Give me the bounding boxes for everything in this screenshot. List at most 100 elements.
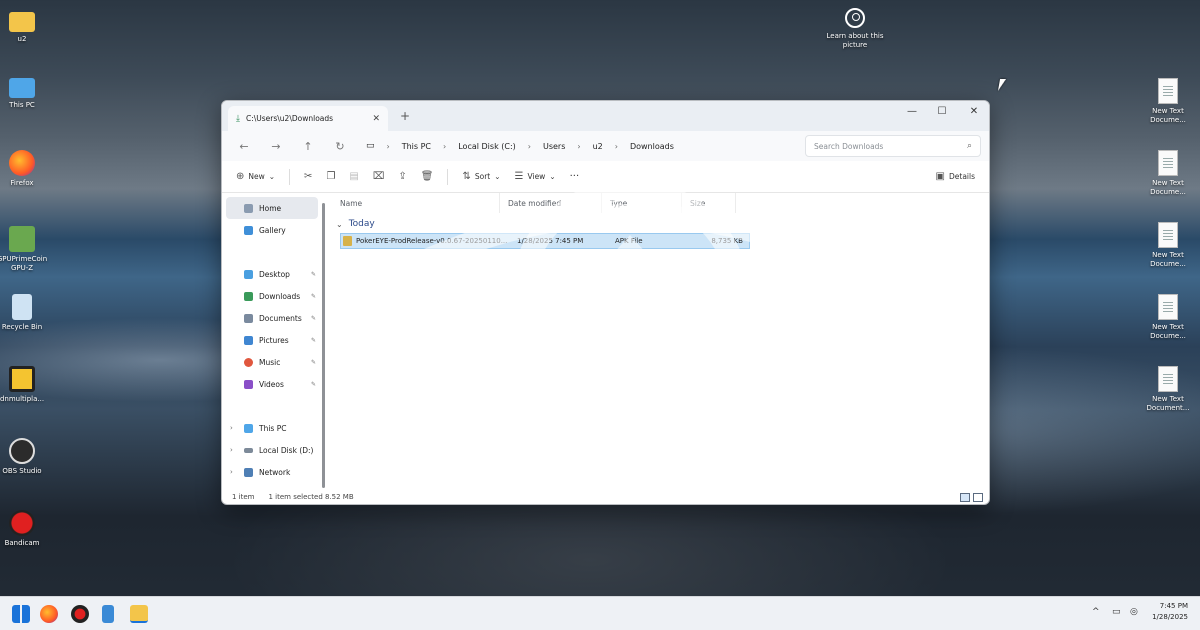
- delete-button[interactable]: 🗑: [415, 166, 440, 188]
- new-button[interactable]: ⊕ New ⌄: [230, 166, 281, 188]
- folder-icon: [9, 12, 35, 32]
- sidebar-item-videos[interactable]: Videos ✎: [222, 373, 322, 395]
- chevron-up-icon[interactable]: ^: [1092, 607, 1100, 617]
- breadcrumb-u2[interactable]: u2: [593, 142, 603, 151]
- column-date-modified[interactable]: Date modified: [500, 193, 602, 213]
- sort-button[interactable]: ⇅ Sort ⌄: [456, 166, 506, 188]
- sidebar-item-documents[interactable]: Documents ✎: [222, 307, 322, 329]
- pin-icon: ✎: [310, 292, 316, 300]
- column-size[interactable]: Size: [682, 193, 736, 213]
- forward-button[interactable]: →: [262, 140, 290, 153]
- desktop-icon-u2[interactable]: u2: [0, 8, 50, 44]
- sidebar-item-pictures[interactable]: Pictures ✎: [222, 329, 322, 351]
- sidebar-scrollbar[interactable]: [322, 203, 325, 488]
- desktop-icon-bandicam[interactable]: Bandicam: [0, 510, 50, 548]
- trash-icon: 🗑: [420, 171, 434, 182]
- column-name[interactable]: Name: [332, 193, 500, 213]
- bandicam-taskbar-icon[interactable]: [71, 605, 89, 623]
- group-header-today[interactable]: ⌄ Today: [332, 213, 989, 233]
- close-tab-icon[interactable]: ✕: [372, 114, 380, 124]
- file-list: Name Date modified Type Size ⌄ Today Pok…: [332, 193, 989, 490]
- breadcrumb: ▭ › This PC › Local Disk (C:) › Users › …: [366, 141, 674, 151]
- details-button[interactable]: ▣ Details: [930, 166, 981, 188]
- sidebar-item-desktop[interactable]: Desktop ✎: [222, 263, 322, 285]
- desktop-icon-this-pc[interactable]: This PC: [0, 78, 50, 110]
- desktop-icon-obs[interactable]: OBS Studio: [0, 438, 50, 476]
- bandicam-icon: [9, 510, 35, 536]
- monitor-icon: [9, 78, 35, 98]
- desktop-icon-text-doc[interactable]: New Text Docume...: [1145, 222, 1191, 269]
- view-button[interactable]: ☰ View ⌄: [509, 166, 562, 188]
- maximize-button[interactable]: ☐: [928, 106, 956, 117]
- file-explorer-icon[interactable]: [130, 605, 148, 623]
- cut-button[interactable]: ✂: [298, 166, 318, 188]
- tab-downloads[interactable]: ⤓ C:\Users\u2\Downloads ✕: [228, 106, 388, 131]
- rename-button[interactable]: ⌧: [367, 166, 391, 188]
- copy-button[interactable]: ❐: [320, 166, 341, 188]
- mouse-cursor: [997, 79, 1007, 91]
- chevron-right-icon[interactable]: ›: [230, 468, 233, 476]
- chevron-down-icon: ⌄: [494, 172, 501, 181]
- desktop-icon-text-doc[interactable]: New Text Docume...: [1145, 150, 1191, 197]
- chevron-right-icon[interactable]: ›: [230, 446, 233, 454]
- videos-icon: [244, 379, 253, 389]
- details-view-icon[interactable]: [960, 492, 970, 502]
- more-options-button[interactable]: ···: [564, 166, 586, 188]
- text-document-icon: [1158, 150, 1178, 176]
- new-tab-button[interactable]: +: [400, 109, 410, 123]
- chevron-right-icon[interactable]: ›: [230, 424, 233, 432]
- text-document-icon: [1158, 222, 1178, 248]
- app-icon: [9, 226, 35, 252]
- desktop-icon-app[interactable]: GPUPrimeCoin GPU-Z: [0, 226, 50, 273]
- drive-icon: [244, 447, 253, 453]
- paste-icon: ▤: [349, 171, 359, 182]
- breadcrumb-users[interactable]: Users: [543, 142, 565, 151]
- share-icon: ⇪: [398, 171, 407, 182]
- paste-button[interactable]: ▤: [343, 166, 364, 188]
- phone-app-icon[interactable]: [102, 605, 114, 623]
- firefox-icon[interactable]: [40, 605, 58, 623]
- desktop-icon-text-doc[interactable]: New Text Docume...: [1145, 294, 1191, 341]
- start-button[interactable]: [12, 605, 30, 623]
- table-row[interactable]: PokerEYE-ProdRelease-v0.0.67-20250110...…: [340, 233, 750, 249]
- desktop-icon-recycle-bin[interactable]: Recycle Bin: [0, 294, 50, 332]
- clock[interactable]: 7:45 PM 1/28/2025: [1152, 601, 1188, 623]
- network-icon[interactable]: ▭: [1112, 607, 1121, 617]
- sidebar-item-network[interactable]: › Network: [222, 461, 322, 483]
- column-type[interactable]: Type: [602, 193, 682, 213]
- desktop-icon-dnmultiplayer[interactable]: dnmultipla...: [0, 366, 50, 404]
- share-button[interactable]: ⇪: [392, 166, 412, 188]
- breadcrumb-downloads[interactable]: Downloads: [630, 142, 674, 151]
- notification-icon[interactable]: ◎: [1130, 607, 1138, 617]
- search-input[interactable]: Search Downloads ⌕: [805, 135, 981, 157]
- up-button[interactable]: ↑: [294, 140, 322, 153]
- text-document-icon: [1158, 366, 1178, 392]
- view-toggles: [960, 492, 983, 502]
- navigation-pane: Home Gallery Desktop ✎ Downloads ✎ Documen…: [222, 193, 322, 490]
- camera-icon: [845, 8, 865, 28]
- desktop-icon-text-doc[interactable]: New Text Document...: [1145, 366, 1191, 413]
- tiles-view-icon[interactable]: [973, 492, 983, 502]
- refresh-button[interactable]: ↻: [326, 140, 354, 153]
- back-button[interactable]: ←: [230, 140, 258, 153]
- sidebar-item-music[interactable]: Music ✎: [222, 351, 322, 373]
- rename-icon: ⌧: [372, 171, 385, 182]
- desktop-icon-text-doc[interactable]: New Text Docume...: [1145, 78, 1191, 125]
- breadcrumb-local-disk[interactable]: Local Disk (C:): [458, 142, 516, 151]
- sidebar-item-local-disk-d[interactable]: › Local Disk (D:): [222, 439, 322, 461]
- pictures-icon: [244, 335, 253, 345]
- selection-info: 1 item selected 8.52 MB: [268, 493, 354, 501]
- chevron-down-icon: ⌄: [549, 172, 556, 181]
- gallery-icon: [244, 225, 253, 235]
- copy-icon: ❐: [326, 171, 336, 182]
- sidebar-item-downloads[interactable]: Downloads ✎: [222, 285, 322, 307]
- sidebar-item-this-pc[interactable]: › This PC: [222, 417, 322, 439]
- pin-icon: ✎: [310, 336, 316, 344]
- close-window-button[interactable]: ✕: [960, 106, 988, 117]
- learn-about-picture[interactable]: Learn about this picture: [826, 8, 884, 50]
- desktop-icon-firefox[interactable]: Firefox: [0, 150, 50, 188]
- breadcrumb-this-pc[interactable]: This PC: [402, 142, 431, 151]
- sidebar-item-home[interactable]: Home: [226, 197, 318, 219]
- minimize-button[interactable]: —: [898, 106, 926, 117]
- sidebar-item-gallery[interactable]: Gallery: [222, 219, 322, 241]
